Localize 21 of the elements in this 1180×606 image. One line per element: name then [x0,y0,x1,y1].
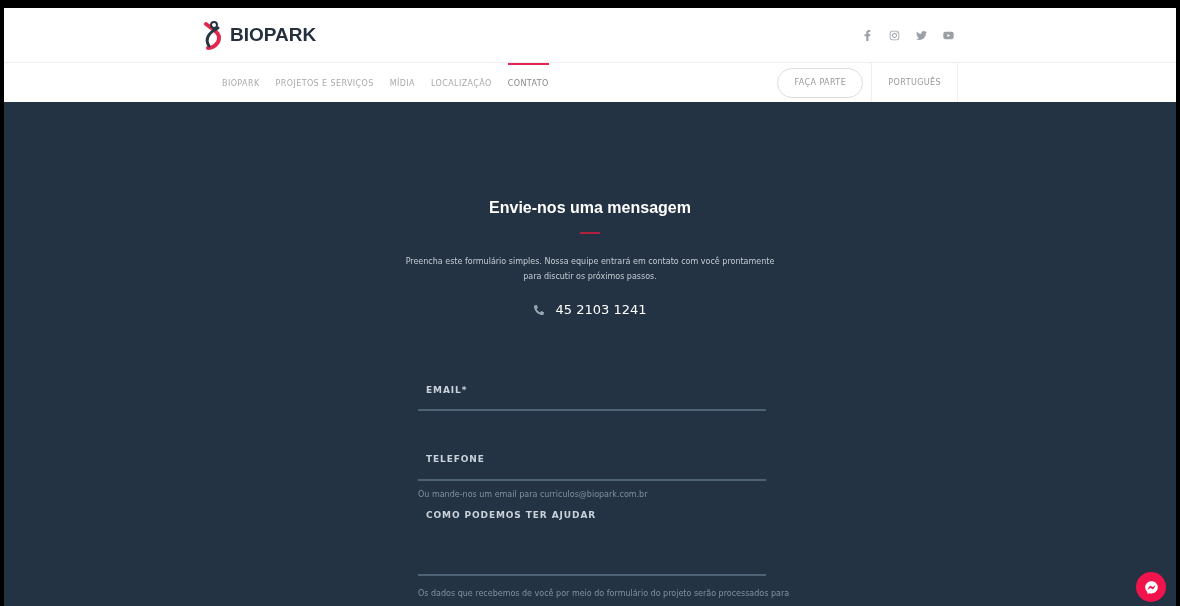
youtube-icon[interactable] [943,29,954,41]
nav-link[interactable]: LOCALIZAÇÃO [430,63,492,102]
facebook-icon[interactable] [862,29,873,41]
intro-text: Preencha este formulário simples. Nossa equipe entrará em contato com você prontamente para discutir os próximos passos. [405,255,775,283]
form-note: Os dados que recebemos de você por meio do formulário do projeto serão processados para [418,588,790,600]
nav-link[interactable]: MÍDIA [389,63,415,102]
message-field[interactable]: COMO PODEMOS TER AJUDAR [418,504,766,576]
form-field[interactable]: EMAIL* [418,371,766,411]
logo-text[interactable]: BIOPARK [230,20,317,50]
chat-bubble-icon [1144,580,1158,594]
form-note: Ou mande-nos um email para curriculos@biopark.com.br [418,488,648,501]
form-field[interactable]: TELEFONE [418,441,766,481]
section-title: Envie-nos uma mensagem [489,198,691,218]
instagram-icon[interactable] [889,29,900,41]
nav-link[interactable]: PROJETOS E SERVIÇOS [275,63,374,102]
phone-number: 45 2103 1241 [555,301,647,319]
nav-link[interactable]: BIOPARK [222,63,260,102]
phone-icon [533,304,544,315]
messenger-button[interactable] [1136,572,1166,602]
twitter-icon[interactable] [916,29,927,41]
title-underline [580,232,600,234]
